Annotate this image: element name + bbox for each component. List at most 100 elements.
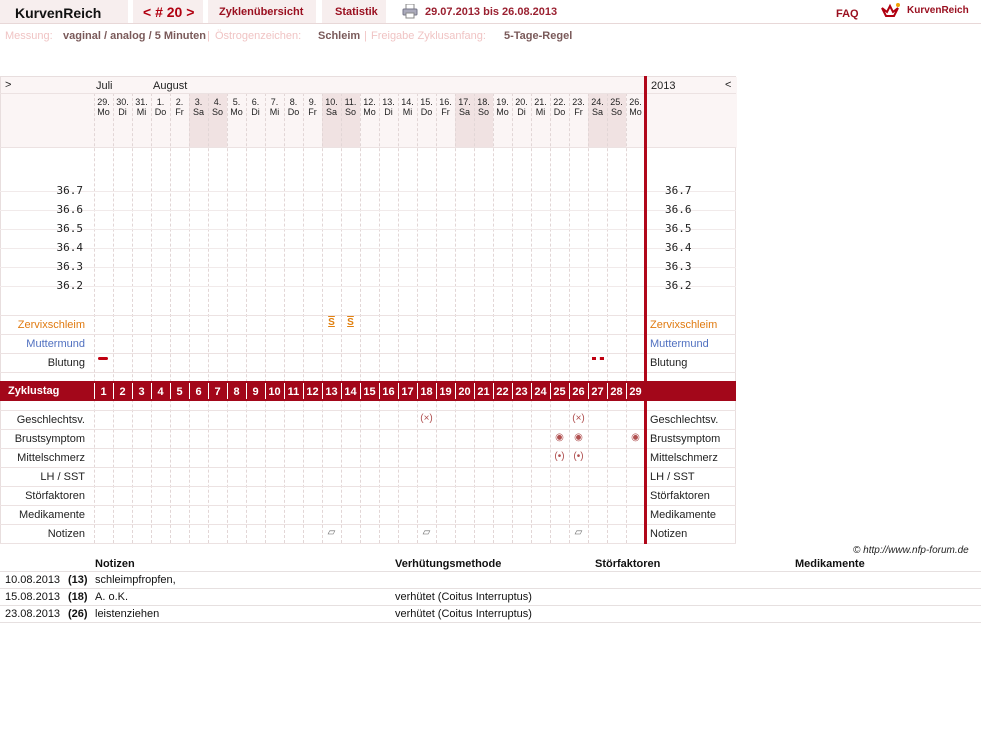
day-date: 8.: [289, 97, 298, 107]
grid-column-line: [284, 93, 285, 543]
day-header: 7. Mi: [265, 97, 284, 117]
cervix-mucus-icon[interactable]: S: [341, 317, 360, 328]
day-header: 5. Mo: [227, 97, 246, 117]
estrogen-value: Schleim: [318, 30, 361, 42]
mittelschmerz-icon[interactable]: (•): [569, 451, 588, 462]
grid-row-line: [0, 410, 736, 411]
cycle-day-number: 6: [195, 386, 202, 398]
grid-column-line: [265, 93, 266, 543]
row-label-right-blutung: Blutung: [650, 357, 688, 369]
cycle-day-number: 9: [252, 386, 259, 398]
day-header: 29. Mo: [94, 97, 113, 117]
day-weekday: Do: [287, 107, 300, 117]
nav-prev-button[interactable]: >: [5, 79, 11, 91]
temp-gridline: [0, 267, 736, 268]
temp-gridline: [0, 191, 736, 192]
tab-statistics[interactable]: Statistik: [322, 0, 388, 23]
cycle-day-separator: [379, 383, 380, 399]
grid-row-line: [0, 524, 736, 525]
day-header: 31. Mi: [132, 97, 151, 117]
grid-column-line: [379, 93, 380, 543]
cycle-day-separator: [170, 383, 171, 399]
temp-label-left: 36.7: [56, 184, 84, 197]
divider: [0, 571, 981, 572]
temp-label-right: 36.7: [665, 184, 692, 197]
grid-column-line: [113, 93, 114, 543]
note-icon[interactable]: ▱: [417, 527, 436, 538]
note-text: schleimpfropfen,: [95, 574, 176, 586]
copyright[interactable]: © http://www.nfp-forum.de: [853, 545, 969, 556]
app-brand[interactable]: KurvenReich: [0, 0, 130, 23]
measure-label: Messung:: [5, 30, 53, 42]
medi-col-header: Medikamente: [795, 558, 865, 570]
cycle-day-separator: [189, 383, 190, 399]
row-label-blutung: Blutung: [47, 357, 85, 369]
row-label-right-cervix: Zervixschleim: [650, 319, 718, 331]
cycle-day-separator: [341, 383, 342, 399]
day-date: 4.: [213, 97, 222, 107]
day-weekday: Di: [251, 107, 260, 117]
day-header: 13. Di: [379, 97, 398, 117]
day-date: 31.: [135, 97, 148, 107]
separator: |: [207, 30, 210, 42]
nav-next-button[interactable]: <: [725, 79, 731, 91]
breast-symptom-icon[interactable]: ◉: [550, 432, 569, 443]
note-method: verhütet (Coitus Interruptus): [395, 608, 532, 620]
grid-column-line: [531, 93, 532, 543]
note-icon[interactable]: ▱: [322, 527, 341, 538]
printer-icon[interactable]: [402, 4, 418, 19]
day-weekday: So: [344, 107, 356, 117]
grid-column-line: [360, 93, 361, 543]
grid-row-line: [0, 353, 736, 354]
tab-cycle-overview[interactable]: Zyklenübersicht: [208, 0, 318, 23]
day-header: 9. Fr: [303, 97, 322, 117]
today-marker-line: [644, 76, 647, 544]
grid-column-line: [94, 93, 95, 543]
mittelschmerz-icon[interactable]: (•): [550, 451, 569, 462]
day-weekday: Mo: [496, 107, 509, 117]
row-label-right-sex: Geschlechtsv.: [650, 414, 719, 426]
cycle-day-separator: [512, 383, 513, 399]
faq-link[interactable]: FAQ: [836, 8, 859, 20]
row-label-cervix: Zervixschleim: [17, 319, 85, 331]
note-icon[interactable]: ▱: [569, 527, 588, 538]
day-header: 2. Fr: [170, 97, 189, 117]
day-weekday: Sa: [591, 107, 603, 117]
cycle-day-number: 19: [439, 386, 452, 398]
breast-symptom-icon[interactable]: ◉: [569, 432, 588, 443]
day-header: 14. Mi: [398, 97, 417, 117]
day-date: 7.: [270, 97, 279, 107]
grid-column-line: [151, 93, 152, 543]
intercourse-icon[interactable]: (×): [569, 413, 588, 424]
cervix-mucus-icon[interactable]: S: [322, 317, 341, 328]
bleeding-mark[interactable]: [98, 357, 108, 360]
cycle-navigator[interactable]: < # 20 >: [133, 0, 205, 23]
cycle-day-separator: [265, 383, 266, 399]
grid-column-line: [170, 93, 171, 543]
cycle-day-number: 20: [458, 386, 471, 398]
day-header: 23. Fr: [569, 97, 588, 117]
intercourse-icon[interactable]: (×): [417, 413, 436, 424]
cycle-day-number: 23: [515, 386, 528, 398]
logo-text[interactable]: KurvenReich: [907, 5, 969, 16]
row-label-right-notes: Notizen: [650, 528, 688, 540]
row-label-zyklustag: Zyklustag: [8, 385, 60, 397]
grid-row-line: [0, 372, 736, 373]
day-weekday: Sa: [458, 107, 470, 117]
grid-column-line: [436, 93, 437, 543]
cycle-day-separator: [493, 383, 494, 399]
temp-label-left: 36.2: [56, 279, 84, 292]
divider: [0, 23, 981, 24]
temp-label-left: 36.6: [56, 203, 84, 216]
day-date: 11.: [344, 97, 357, 107]
estrogen-label: Östrogenzeichen:: [215, 30, 302, 42]
grid-row-line: [0, 486, 736, 487]
breast-symptom-icon[interactable]: ◉: [626, 432, 645, 443]
day-weekday: Do: [553, 107, 566, 117]
day-header: 18. So: [474, 97, 493, 117]
crown-logo-icon[interactable]: [880, 2, 900, 20]
spotting-mark[interactable]: [592, 357, 604, 360]
cycle-day-number: 21: [477, 386, 490, 398]
cycle-day-separator: [417, 383, 418, 399]
separator: |: [364, 30, 367, 42]
